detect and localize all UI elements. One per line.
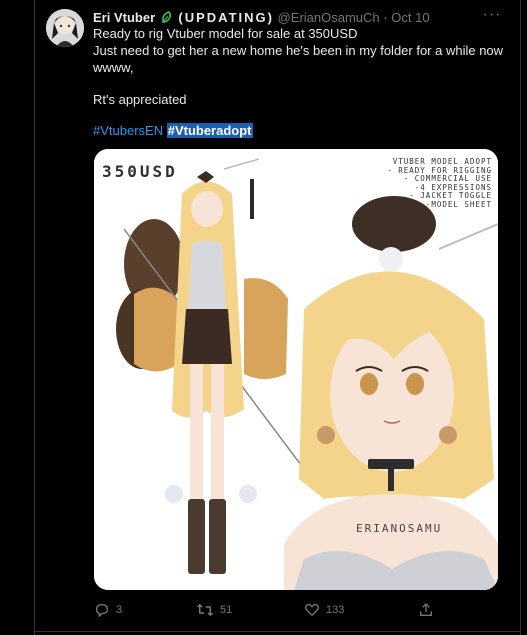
retweet-button[interactable]: 51: [196, 601, 232, 619]
column-border-right: [520, 0, 521, 635]
avatar-image: [46, 9, 84, 47]
separator-dot: ·: [383, 10, 388, 25]
like-count: 133: [326, 604, 345, 616]
avatar[interactable]: [46, 9, 84, 47]
price-label: 350USD: [102, 162, 178, 181]
leaf-emoji-icon: [161, 11, 171, 23]
share-button[interactable]: [418, 601, 434, 619]
reply-button[interactable]: 3: [94, 601, 122, 619]
display-name[interactable]: Eri Vtuber: [93, 10, 155, 25]
tweet-text-line-4: Rt's appreciated: [93, 92, 187, 107]
tweet-media-image[interactable]: 350USD VTUBER MODEL ADOPT - READY FOR RI…: [94, 149, 498, 590]
tweet-text-line-3: wwww,: [93, 60, 134, 75]
tweet-text-line-1: Ready to rig Vtuber model for sale at 35…: [93, 26, 358, 41]
tweet-divider: [34, 631, 521, 632]
column-border-left: [34, 0, 35, 635]
like-button[interactable]: 133: [304, 601, 344, 619]
share-icon: [420, 603, 432, 617]
tweet-text-line-2: Just need to get her a new home he's bee…: [93, 43, 504, 58]
artist-signature: ERIANOSAMU: [356, 522, 443, 535]
reply-icon: [95, 604, 109, 618]
tweet-date[interactable]: Oct 10: [391, 10, 429, 25]
retweet-count: 51: [220, 604, 233, 616]
retweet-icon: [196, 603, 214, 617]
hashtag-row: #VtubersEN #Vtuberadopt: [93, 122, 253, 140]
user-handle[interactable]: @ErianOsamuCh: [278, 10, 380, 25]
more-options-icon[interactable]: ···: [482, 7, 502, 26]
heart-icon: [305, 604, 319, 617]
spec-line: -MODEL SHEET: [425, 199, 492, 209]
hashtag-link[interactable]: #VtubersEN: [93, 123, 163, 138]
hashtag-link-selected[interactable]: #Vtuberadopt: [166, 123, 253, 138]
display-name-suffix: (UPDATING): [178, 10, 274, 25]
model-specs-list: VTUBER MODEL ADOPT - READY FOR RIGGING -…: [387, 157, 492, 209]
reply-count: 3: [116, 604, 123, 616]
